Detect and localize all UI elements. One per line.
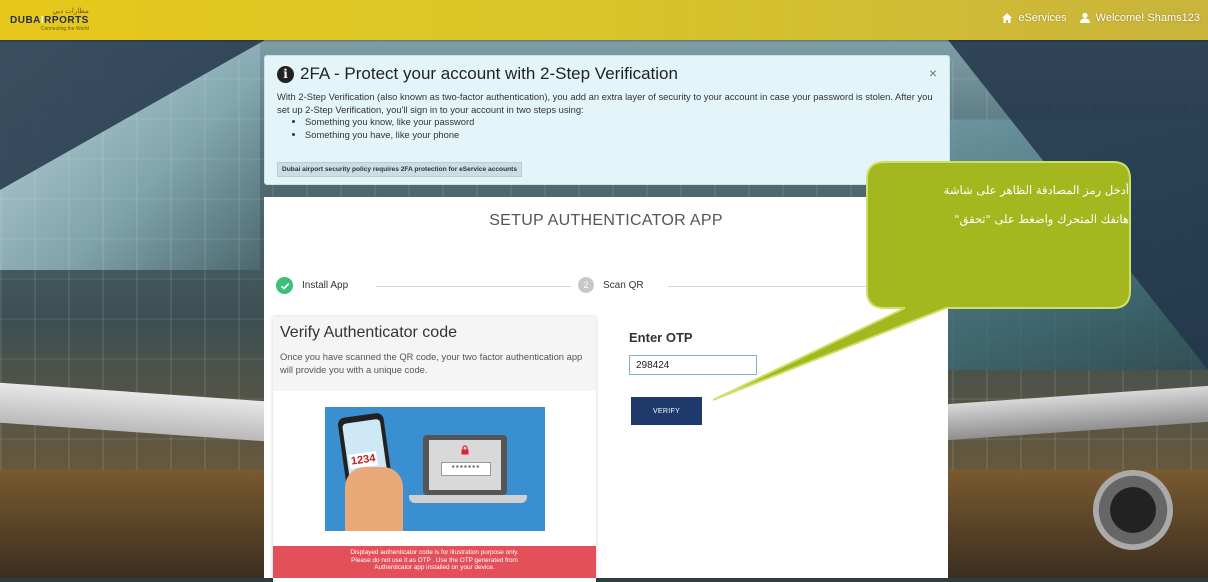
alert-description: With 2-Step Verification (also known as …: [277, 91, 937, 141]
setup-authenticator-card: SETUP AUTHENTICATOR APP Install App 2 Sc…: [264, 197, 948, 582]
verify-code-panel: Verify Authenticator code Once you have …: [273, 317, 596, 582]
verify-button[interactable]: VERIFY: [631, 397, 702, 425]
user-account-link[interactable]: Welcome! Shams123: [1079, 12, 1200, 24]
verify-heading: Verify Authenticator code: [280, 324, 457, 341]
list-item: Something you have, like your phone: [305, 129, 937, 142]
dubai-airports-logo[interactable]: مطارات دبي DUBAIRPORTS Connecting the Wo…: [10, 7, 89, 32]
alert-title: i 2FA - Protect your account with 2-Step…: [277, 64, 678, 84]
disclaimer-banner: Displayed authenticator code is for illu…: [273, 546, 596, 578]
step-install-app[interactable]: Install App: [276, 277, 348, 294]
list-item: Something you know, like your password: [305, 116, 937, 129]
authenticator-illustration: ******* 1234: [325, 407, 545, 531]
home-icon: [1002, 13, 1013, 23]
top-navigation-bar: مطارات دبي DUBAIRPORTS Connecting the Wo…: [0, 0, 1208, 40]
eservices-label: eServices: [1018, 12, 1067, 24]
step-label: Scan QR: [603, 279, 644, 291]
eservices-link[interactable]: eServices: [1001, 12, 1067, 24]
checkmark-icon: [276, 277, 293, 294]
verify-description: Once you have scanned the QR code, your …: [280, 351, 583, 375]
policy-badge: Dubai airport security policy requires 2…: [277, 162, 523, 177]
welcome-label: Welcome! Shams123: [1095, 12, 1200, 24]
step-scan-qr[interactable]: 2 Scan QR: [578, 277, 644, 293]
page-title: SETUP AUTHENTICATOR APP: [489, 212, 723, 229]
info-icon: i: [277, 65, 294, 83]
step-number: 2: [578, 277, 594, 293]
lock-icon: [461, 445, 469, 455]
user-icon: [1079, 12, 1090, 23]
step-label: Install App: [302, 280, 349, 291]
alert-bullet-list: Something you know, like your password S…: [277, 116, 937, 141]
otp-input[interactable]: [629, 355, 757, 375]
otp-label: Enter OTP: [629, 330, 693, 345]
setup-stepper: Install App 2 Scan QR: [276, 277, 936, 297]
otp-section: Enter OTP: [629, 330, 757, 375]
2fa-info-alert: i 2FA - Protect your account with 2-Step…: [264, 55, 950, 185]
close-alert-button[interactable]: ×: [929, 65, 937, 81]
callout-text: أدخل رمز المصادقة الظاهر على شاشة هاتفك …: [943, 183, 1129, 226]
